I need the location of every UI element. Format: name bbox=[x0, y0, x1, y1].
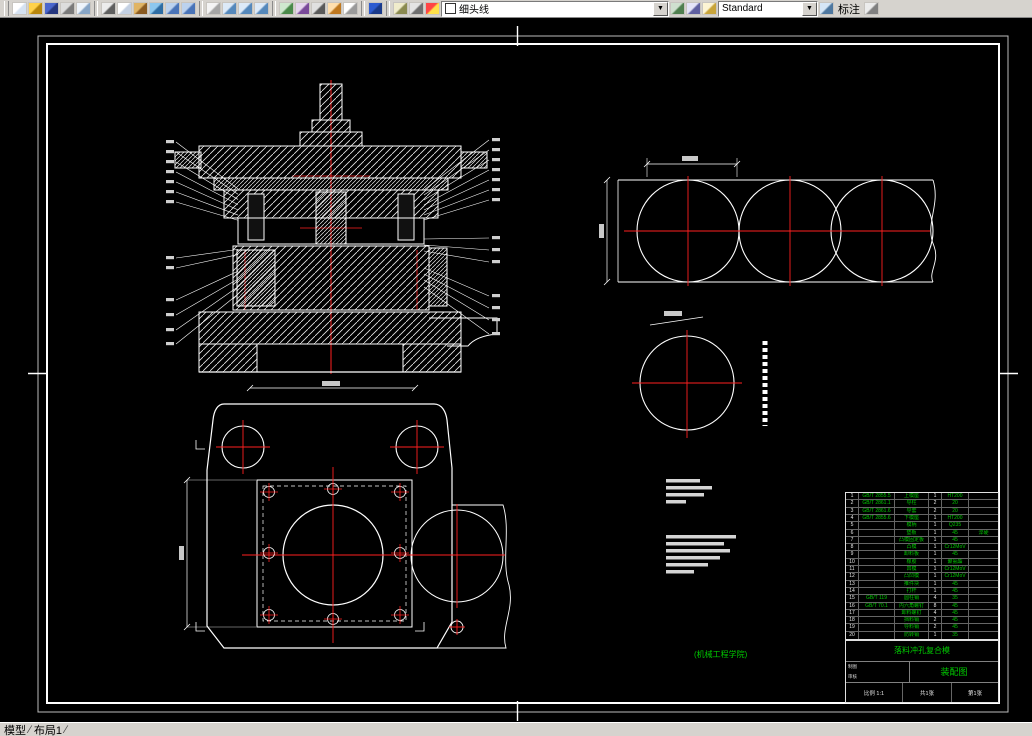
part-view bbox=[632, 311, 768, 438]
title-block-subtitle: 装配图 bbox=[940, 667, 968, 677]
bom-row: 10 橡胶 1 聚氨酯 bbox=[846, 558, 998, 566]
toolbar: 细头线 ▼ Standard ▼ 标注 bbox=[0, 0, 1032, 18]
toolbar-grip[interactable] bbox=[4, 1, 9, 16]
tab-separator: ∕ bbox=[29, 723, 31, 736]
checked-label: 审核 bbox=[848, 674, 857, 679]
bom-row: 20 防转销 1 35 bbox=[846, 631, 998, 639]
toolbar-icon-group-mid bbox=[670, 2, 717, 15]
plot-icon[interactable] bbox=[60, 2, 75, 15]
bom-row: 6 垫板 1 45 淬硬 bbox=[846, 529, 998, 537]
make-block-icon[interactable] bbox=[279, 2, 294, 15]
layout-tab-model[interactable]: 模型 bbox=[4, 722, 26, 736]
tab-separator: ∕ bbox=[64, 723, 67, 736]
save-icon[interactable] bbox=[44, 2, 59, 15]
title-block-meta: 比例 1:1 共1张 第1张 bbox=[846, 683, 998, 702]
properties-icon[interactable] bbox=[670, 2, 685, 15]
layer-color-swatch-icon bbox=[445, 3, 456, 14]
text-style-combobox-value: Standard bbox=[722, 3, 763, 14]
toolbar-separator bbox=[272, 1, 276, 16]
toolbar-icon-group-left bbox=[12, 1, 440, 16]
tech-notes bbox=[666, 479, 736, 574]
dropdown-arrow-icon[interactable]: ▼ bbox=[653, 1, 668, 16]
paste-icon[interactable] bbox=[133, 2, 148, 15]
layer-states-icon[interactable] bbox=[686, 2, 701, 15]
redo-icon[interactable] bbox=[181, 2, 196, 15]
toolbar-separator bbox=[386, 1, 390, 16]
match-properties-icon[interactable] bbox=[149, 2, 164, 15]
layer-combobox-value: 细头线 bbox=[459, 5, 489, 16]
bom-row: 17 卸料螺钉 4 45 bbox=[846, 609, 998, 618]
plan-view bbox=[179, 381, 511, 649]
layer-combobox[interactable]: 细头线 ▼ bbox=[441, 0, 669, 17]
toolbar-icon-group-far-right bbox=[864, 2, 879, 15]
table-icon[interactable] bbox=[343, 2, 358, 15]
zoom-previous-icon[interactable] bbox=[254, 2, 269, 15]
title-block-title: 落料冲孔复合模 bbox=[846, 641, 998, 662]
toolbar-icon-group-right bbox=[819, 2, 834, 15]
scale-label: 比例 1:1 bbox=[846, 683, 903, 702]
section-view bbox=[166, 80, 500, 374]
bom-row: 11 凹模 1 Cr12MoV bbox=[846, 566, 998, 574]
layer-properties-icon[interactable] bbox=[393, 2, 408, 15]
toolbar-separator bbox=[361, 1, 365, 16]
bom-row: 9 卸料板 1 45 bbox=[846, 551, 998, 559]
help-icon[interactable] bbox=[368, 2, 383, 15]
insert-block-icon[interactable] bbox=[295, 2, 310, 15]
toolbar-separator bbox=[199, 1, 203, 16]
bom-row: 1 GB/T 2855.5 上模座 1 HT200 bbox=[846, 493, 998, 501]
bom-row: 5 模柄 1 Q235 bbox=[846, 522, 998, 530]
pan-icon[interactable] bbox=[206, 2, 221, 15]
dimension-menu-label[interactable]: 标注 bbox=[835, 1, 863, 17]
bom-row: 12 凸凹模 1 Cr12MoV bbox=[846, 573, 998, 581]
strip-layout-view bbox=[599, 156, 937, 286]
layout-tab-layout1[interactable]: 布局1 bbox=[34, 722, 62, 736]
bom-row: 16 GB/T 70.1 内六角螺钉 8 45 bbox=[846, 602, 998, 610]
drawn-label: 制图 bbox=[848, 664, 857, 669]
copy-icon[interactable] bbox=[117, 2, 132, 15]
hatch-icon[interactable] bbox=[311, 2, 326, 15]
bom-row: 4 GB/T 2855.6 下模座 1 HT200 bbox=[846, 514, 998, 523]
sheet-number-label: 第1张 bbox=[967, 690, 983, 697]
new-file-icon[interactable] bbox=[12, 2, 27, 15]
bom-row: 8 凸模 1 Cr12MoV bbox=[846, 544, 998, 552]
sheet-total-label: 共1张 bbox=[903, 683, 952, 702]
layer-previous-icon[interactable] bbox=[409, 2, 424, 15]
bom-table: 1 GB/T 2855.5 上模座 1 HT200 2 GB/T 2861.1 导柱 2 20 3 G… bbox=[845, 492, 999, 640]
print-preview-icon[interactable] bbox=[76, 2, 91, 15]
layout-tab-bar: 模型 ∕ 布局1 ∕ bbox=[0, 722, 1032, 736]
datum-marks bbox=[195, 440, 425, 632]
undo-icon[interactable] bbox=[165, 2, 180, 15]
zoom-realtime-icon[interactable] bbox=[222, 2, 237, 15]
title-block-school-text: (机械工程学院) bbox=[694, 650, 748, 659]
zoom-window-icon[interactable] bbox=[238, 2, 253, 15]
open-folder-icon[interactable] bbox=[28, 2, 43, 15]
cad-window: 细头线 ▼ Standard ▼ 标注 1 GB/T 2855.5 上模座 1 … bbox=[0, 0, 1032, 736]
bom-row: 18 挡料销 2 45 bbox=[846, 617, 998, 625]
region-icon[interactable] bbox=[327, 2, 342, 15]
title-block-signatures: 制图 审核 bbox=[846, 662, 910, 682]
text-style-icon[interactable] bbox=[702, 2, 717, 15]
text-style-combobox[interactable]: Standard ▼ bbox=[718, 0, 818, 17]
bom-row: 7 凸模固定板 1 45 bbox=[846, 536, 998, 545]
cut-icon[interactable] bbox=[101, 2, 116, 15]
bom-row: 14 打杆 1 45 bbox=[846, 587, 998, 596]
bom-row: 2 GB/T 2861.1 导柱 2 20 bbox=[846, 500, 998, 508]
color-control-icon[interactable] bbox=[425, 2, 440, 15]
layout-tabs: 模型 ∕ 布局1 ∕ bbox=[4, 722, 67, 736]
dropdown-arrow-icon[interactable]: ▼ bbox=[802, 1, 817, 16]
bom-row: 13 推件块 1 45 bbox=[846, 580, 998, 588]
dim-style-icon[interactable] bbox=[819, 2, 834, 15]
toolbar-separator bbox=[94, 1, 98, 16]
bom-row: 15 GB/T 119 圆柱销 4 35 bbox=[846, 595, 998, 603]
bom-row: 3 GB/T 2861.6 导套 2 20 bbox=[846, 507, 998, 515]
annotation-icon[interactable] bbox=[864, 2, 879, 15]
title-block: 落料冲孔复合模 制图 审核 装配图 比例 1:1 共1张 第1张 bbox=[845, 640, 999, 703]
bom-row: 19 导料销 2 45 bbox=[846, 624, 998, 632]
